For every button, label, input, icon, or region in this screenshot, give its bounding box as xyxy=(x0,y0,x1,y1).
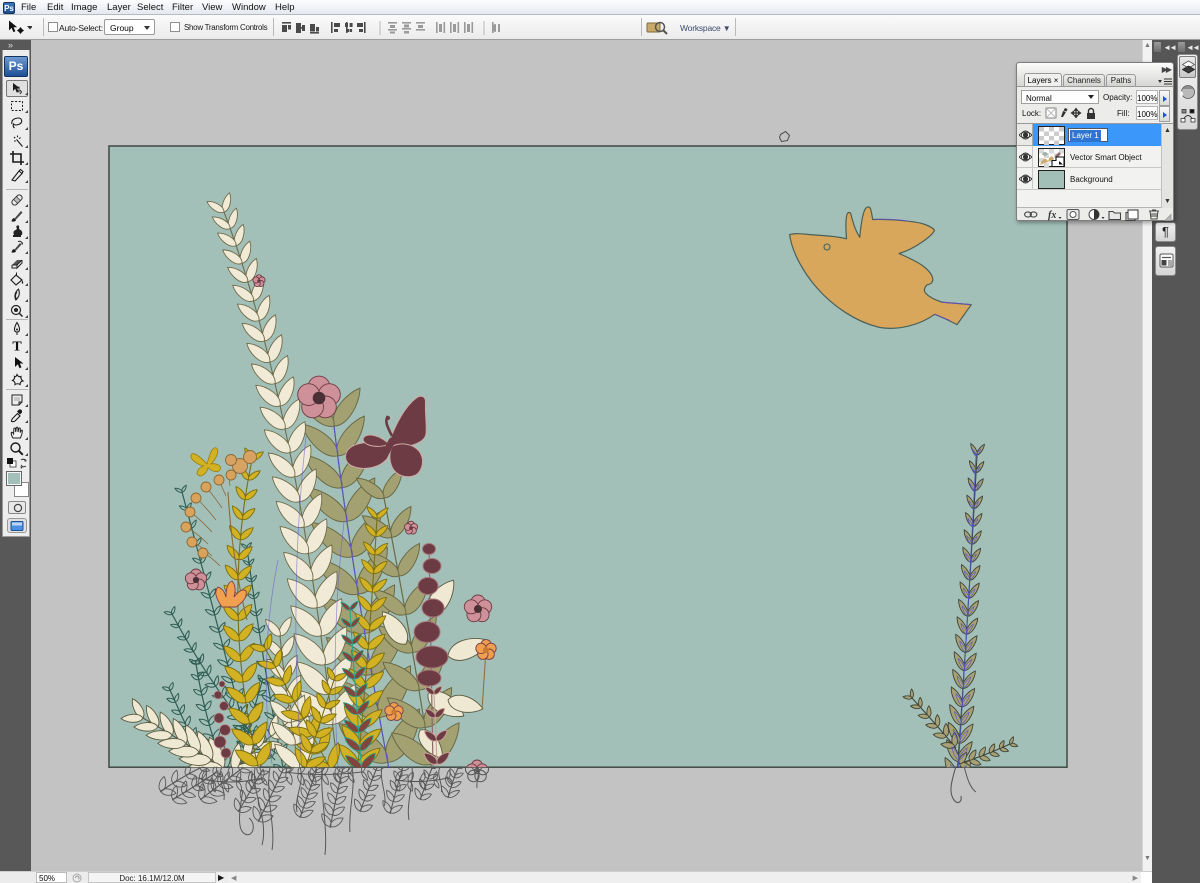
svg-text:T: T xyxy=(12,340,22,355)
svg-text:fx: fx xyxy=(1048,210,1056,221)
